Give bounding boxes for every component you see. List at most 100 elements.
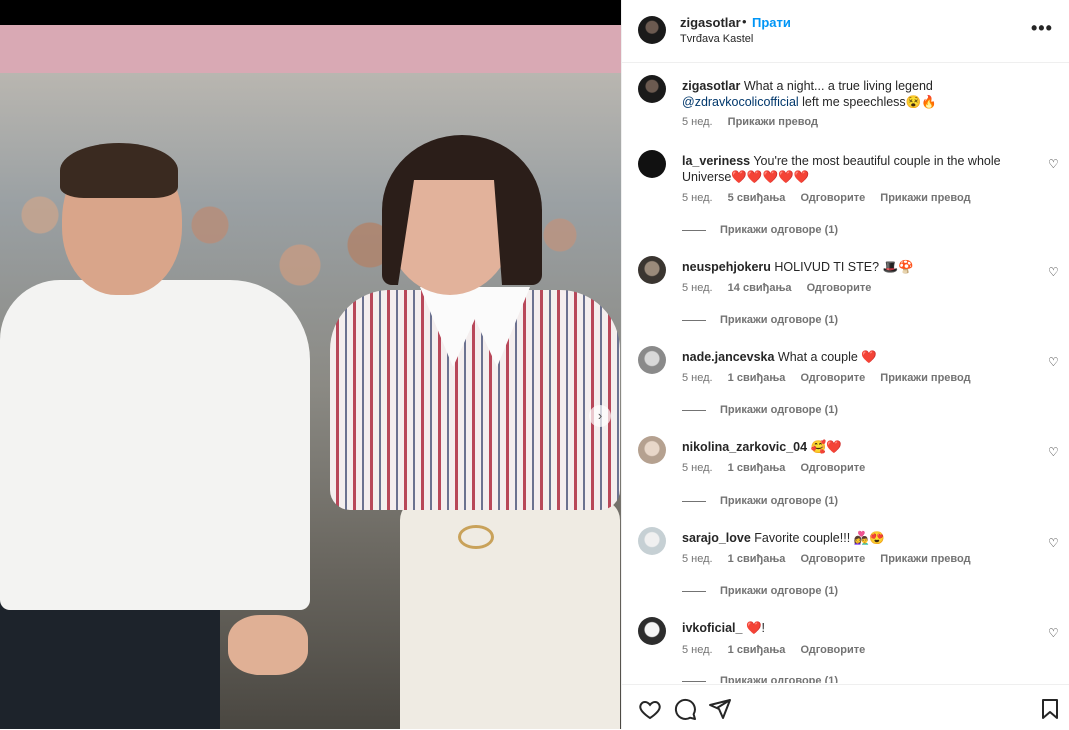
translate-link[interactable]: Прикажи превод [880,192,970,204]
heart-outline-icon[interactable]: ♡ [1048,266,1060,278]
comment-meta: 5 нед. 1 свиђања Одговорите Прикажи прев… [682,553,983,565]
heart-outline-icon[interactable]: ♡ [1048,158,1060,170]
comment-age[interactable]: 5 нед. [682,553,713,565]
caption-body: What a night... a true living legend [743,79,933,93]
comment-username[interactable]: nade.jancevska [682,350,774,364]
translate-link[interactable]: Прикажи превод [880,553,970,565]
paper-plane-icon[interactable] [708,697,732,721]
post-photo[interactable] [0,25,621,729]
comment-age[interactable]: 5 нед. [682,192,713,204]
comment-age[interactable]: 5 нед. [682,462,713,474]
more-horizontal-icon[interactable]: ••• [1031,18,1053,39]
view-replies-label[interactable]: Прикажи одговоре (1) [720,585,838,597]
view-replies-label[interactable]: Прикажи одговоре (1) [720,675,838,683]
post-username[interactable]: zigasotlar [680,15,741,30]
likes-count[interactable]: 14 свиђања [728,282,792,294]
replies-divider [682,409,706,411]
follow-button[interactable]: Прати [752,15,791,30]
avatar[interactable] [638,16,666,44]
view-replies[interactable]: Прикажи одговоре (1) [682,314,838,326]
comment-text: sarajo_love Favorite couple!!! 👩‍❤️‍👨😍 [682,530,1022,546]
comment-icon[interactable] [673,697,697,721]
avatar[interactable] [638,527,666,555]
translate-link[interactable]: Прикажи превод [728,116,818,128]
heart-outline-icon[interactable]: ♡ [1048,356,1060,368]
view-replies[interactable]: Прикажи одговоре (1) [682,224,838,236]
reply-link[interactable]: Одговорите [800,372,865,384]
avatar[interactable] [638,75,666,103]
reply-link[interactable]: Одговорите [800,192,865,204]
comment-age[interactable]: 5 нед. [682,282,713,294]
replies-divider [682,229,706,231]
heart-outline-icon[interactable] [638,697,662,721]
heart-outline-icon[interactable]: ♡ [1048,446,1060,458]
comment-age[interactable]: 5 нед. [682,116,713,128]
view-replies-label[interactable]: Прикажи одговоре (1) [720,495,838,507]
heart-outline-icon[interactable]: ♡ [1048,537,1060,549]
heart-outline-icon[interactable]: ♡ [1048,627,1060,639]
avatar[interactable] [638,436,666,464]
view-replies[interactable]: Прикажи одговоре (1) [682,585,838,597]
reply-link[interactable]: Одговорите [807,282,872,294]
avatar[interactable] [638,256,666,284]
replies-divider [682,590,706,592]
comment-meta: 5 нед. 1 свиђања Одговорите [682,644,877,656]
post-header: zigasotlar • Прати Tvrđava Kastel ••• [622,0,1069,63]
comment-text: la_veriness You're the most beautiful co… [682,153,1022,185]
caption-text: zigasotlar What a night... a true living… [682,78,1022,110]
view-replies[interactable]: Прикажи одговоре (1) [682,404,838,416]
view-replies-label[interactable]: Прикажи одговоре (1) [720,404,838,416]
comment-body: ❤️! [745,621,765,635]
caption-username[interactable]: zigasotlar [682,79,740,93]
comment-username[interactable]: sarajo_love [682,531,751,545]
likes-count[interactable]: 1 свиђања [728,372,786,384]
translate-link[interactable]: Прикажи превод [880,372,970,384]
likes-count[interactable]: 1 свиђања [728,553,786,565]
view-replies-label[interactable]: Прикажи одговоре (1) [720,314,838,326]
comment-body: What a couple ❤️ [777,350,877,364]
replies-divider [682,680,706,682]
carousel-next-icon[interactable]: › [589,405,611,427]
separator-dot: • [742,14,747,29]
likes-count[interactable]: 1 свиђања [728,644,786,656]
caption-body-end: left me speechless😵🔥 [802,95,937,109]
belt-buckle [458,525,494,549]
view-replies-label[interactable]: Прикажи одговоре (1) [720,224,838,236]
replies-divider [682,500,706,502]
comment-username[interactable]: ivkoficial_ [682,621,742,635]
comment-meta: 5 нед. 1 свиђања Одговорите [682,462,877,474]
comment-text: nade.jancevska What a couple ❤️ [682,349,1022,365]
comment-body: Favorite couple!!! 👩‍❤️‍👨😍 [754,531,885,545]
caption-mention[interactable]: @zdravkocolicofficial [682,95,799,109]
comment-age[interactable]: 5 нед. [682,372,713,384]
likes-count[interactable]: 1 свиђања [728,462,786,474]
post-side-panel: zigasotlar • Прати Tvrđava Kastel ••• zi… [621,0,1069,730]
comment-age[interactable]: 5 нед. [682,644,713,656]
comment-meta: 5 нед. 1 свиђања Одговорите Прикажи прев… [682,372,983,384]
comment-username[interactable]: la_veriness [682,154,750,168]
view-replies[interactable]: Прикажи одговоре (1) [682,675,838,683]
replies-divider [682,319,706,321]
holding-hands [228,615,308,675]
view-replies[interactable]: Прикажи одговоре (1) [682,495,838,507]
action-bar [622,684,1069,730]
likes-count[interactable]: 5 свиђања [728,192,786,204]
comments-list[interactable]: zigasotlar What a night... a true living… [622,63,1069,683]
avatar[interactable] [638,617,666,645]
reply-link[interactable]: Одговорите [800,553,865,565]
comment-text: ivkoficial_ ❤️! [682,620,1022,636]
man-hair [60,143,178,198]
bookmark-icon[interactable] [1038,697,1062,721]
avatar[interactable] [638,150,666,178]
man-shirt [0,280,310,610]
comment-text: nikolina_zarkovic_04 🥰❤️ [682,439,1022,455]
woman-shirt [330,290,620,510]
post-location[interactable]: Tvrđava Kastel [680,33,753,45]
comment-username[interactable]: nikolina_zarkovic_04 [682,440,807,454]
woman-pants [400,500,620,729]
reply-link[interactable]: Одговорите [800,644,865,656]
comment-username[interactable]: neuspehjokeru [682,260,771,274]
reply-link[interactable]: Одговорите [800,462,865,474]
comment-body: HOLIVUD TI STE? 🎩🍄 [774,260,914,274]
avatar[interactable] [638,346,666,374]
